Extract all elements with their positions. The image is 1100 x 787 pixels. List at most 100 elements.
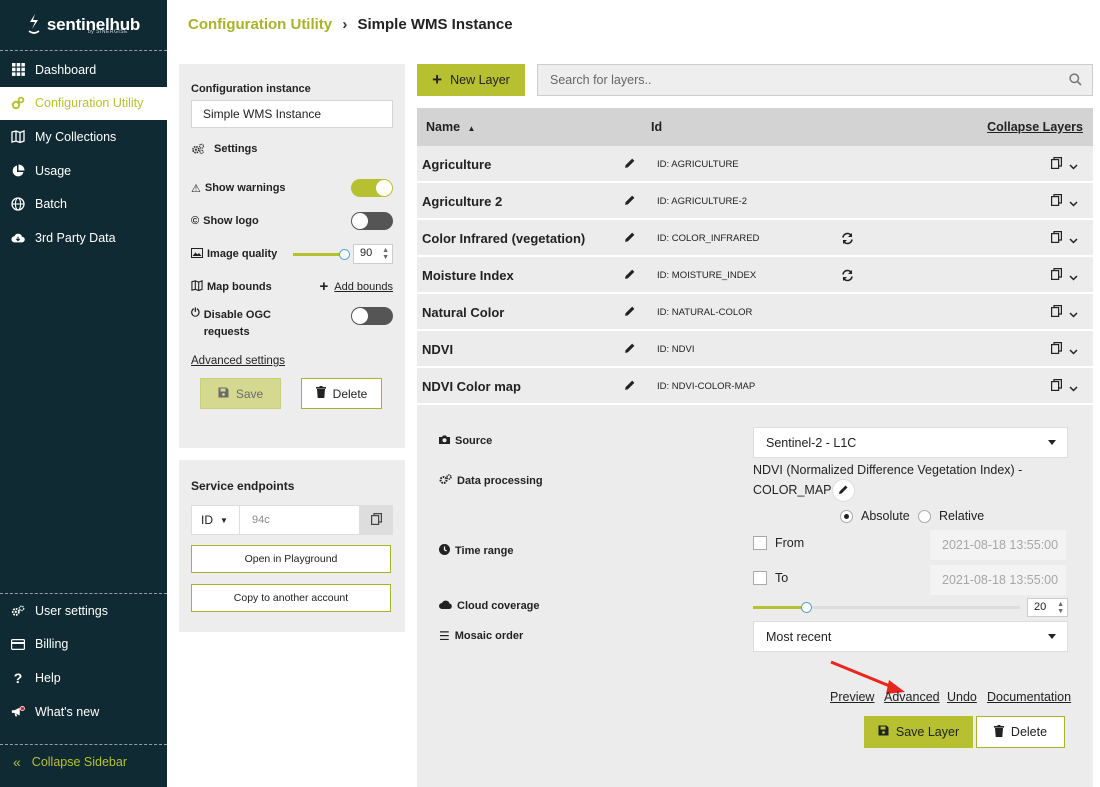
open-in-playground-button[interactable]: Open in Playground: [191, 545, 391, 573]
relative-label: Relative: [939, 509, 985, 523]
slider-handle[interactable]: [339, 248, 350, 260]
configuration-instance-input[interactable]: Simple WMS Instance: [191, 100, 393, 128]
pencil-icon[interactable]: [624, 379, 636, 394]
image-quality-input[interactable]: 90 ▲ ▼: [353, 244, 393, 264]
sidebar-item-dashboard[interactable]: Dashboard: [0, 53, 167, 87]
map-icon: [191, 279, 203, 294]
copy-icon[interactable]: [1051, 305, 1062, 320]
chevron-down-icon[interactable]: [1069, 158, 1078, 173]
chevron-down-icon[interactable]: [1069, 306, 1078, 321]
chevron-down-icon[interactable]: [1069, 232, 1078, 247]
collapse-sidebar-button[interactable]: « Collapse Sidebar: [0, 745, 167, 778]
add-bounds-button[interactable]: + Add bounds: [320, 278, 393, 295]
cloud-coverage-value: 20: [1034, 601, 1047, 613]
endpoint-type-value: ID: [201, 513, 213, 527]
chevron-down-icon[interactable]: [1069, 269, 1078, 284]
save-layer-button[interactable]: Save Layer: [864, 716, 973, 748]
floppy-disk-icon: [218, 387, 229, 401]
chevron-down-icon[interactable]: [1069, 343, 1078, 358]
disable-ogc-toggle[interactable]: [351, 307, 393, 325]
delete-layer-button[interactable]: Delete: [976, 716, 1065, 748]
layer-id: ID: COLOR_INFRARED: [657, 233, 760, 244]
copy-icon[interactable]: [1051, 157, 1062, 172]
from-date-input[interactable]: 2021-08-18 13:55:00: [930, 530, 1066, 560]
show-warnings-toggle[interactable]: [351, 179, 393, 197]
undo-link[interactable]: Undo: [947, 690, 977, 704]
layer-row[interactable]: Agriculture ID: AGRICULTURE: [417, 146, 1093, 183]
copy-icon[interactable]: [1051, 194, 1062, 209]
map-icon: [11, 130, 25, 144]
image-quality-slider[interactable]: [293, 248, 350, 260]
absolute-radio-option[interactable]: Absolute: [840, 509, 910, 523]
copy-icon[interactable]: [1051, 379, 1062, 394]
layer-row[interactable]: Natural Color ID: NATURAL-COLOR: [417, 294, 1093, 331]
refresh-icon[interactable]: [841, 269, 854, 285]
layer-row[interactable]: Color Infrared (vegetation) ID: COLOR_INF…: [417, 220, 1093, 257]
copy-endpoint-button[interactable]: [360, 505, 393, 535]
chevron-down-icon[interactable]: [1069, 380, 1078, 395]
sidebar-item-billing[interactable]: Billing: [0, 628, 167, 662]
search-layers-input[interactable]: Search for layers..: [537, 64, 1093, 96]
breadcrumb-parent-link[interactable]: Configuration Utility: [188, 16, 332, 33]
sidebar-item-label: Usage: [35, 163, 72, 178]
sidebar-item-batch[interactable]: Batch: [0, 187, 167, 221]
cloud-coverage-slider-handle[interactable]: [801, 602, 813, 613]
to-date-input[interactable]: 2021-08-18 13:55:00: [930, 565, 1066, 595]
delete-config-button[interactable]: Delete: [301, 378, 382, 409]
relative-radio[interactable]: [918, 509, 931, 523]
relative-radio-option[interactable]: Relative: [918, 509, 984, 523]
preview-link[interactable]: Preview: [830, 690, 874, 704]
layer-id: ID: AGRICULTURE: [657, 159, 739, 170]
copyright-icon: ©: [191, 215, 200, 227]
show-logo-toggle[interactable]: [351, 212, 393, 230]
copy-icon[interactable]: [1051, 231, 1062, 246]
edit-data-processing-button[interactable]: [832, 479, 855, 502]
save-config-button[interactable]: Save: [200, 378, 281, 409]
id-column-header: Id: [651, 120, 663, 134]
chevron-down-icon[interactable]: [1069, 195, 1078, 210]
pencil-icon[interactable]: [624, 268, 636, 283]
layer-name: NDVI Color map: [422, 379, 521, 394]
to-checkbox[interactable]: [753, 571, 767, 585]
pencil-icon[interactable]: [624, 157, 636, 172]
refresh-icon[interactable]: [841, 232, 854, 248]
brand-logo[interactable]: sentinelhub: [0, 0, 167, 50]
sidebar-item-3rd-party-data[interactable]: 3rd Party Data: [0, 221, 167, 255]
advanced-settings-link[interactable]: Advanced settings: [191, 355, 393, 367]
sidebar-item-label: 3rd Party Data: [35, 230, 116, 245]
new-layer-button[interactable]: + New Layer: [417, 64, 525, 96]
pencil-icon[interactable]: [624, 194, 636, 209]
advanced-link[interactable]: Advanced: [884, 690, 940, 704]
copy-icon[interactable]: [1051, 268, 1062, 283]
collapse-layers-link[interactable]: Collapse Layers: [987, 120, 1083, 134]
layer-row[interactable]: Agriculture 2 ID: AGRICULTURE-2: [417, 183, 1093, 220]
sidebar-item-help[interactable]: ? Help: [0, 661, 167, 695]
layer-row[interactable]: Moisture Index ID: MOISTURE_INDEX: [417, 257, 1093, 294]
copy-to-another-account-button[interactable]: Copy to another account: [191, 584, 391, 612]
documentation-link[interactable]: Documentation: [987, 690, 1071, 704]
stepper-arrows-icon[interactable]: ▲ ▼: [1057, 601, 1064, 615]
layer-id: ID: MOISTURE_INDEX: [657, 270, 757, 281]
pencil-icon[interactable]: [624, 231, 636, 246]
sidebar-item-configuration-utility[interactable]: Configuration Utility: [0, 86, 167, 121]
layer-row[interactable]: NDVI ID: NDVI: [417, 331, 1093, 368]
stepper-arrows-icon[interactable]: ▲ ▼: [382, 247, 389, 261]
sidebar-item-user-settings[interactable]: User settings: [0, 594, 167, 628]
from-checkbox[interactable]: [753, 536, 767, 550]
sidebar-item-my-collections[interactable]: My Collections: [0, 120, 167, 154]
sidebar-item-usage[interactable]: Usage: [0, 154, 167, 188]
copy-icon[interactable]: [1051, 342, 1062, 357]
sidebar-item-whats-new[interactable]: What's new: [0, 695, 167, 729]
name-column-header[interactable]: Name ▲: [426, 120, 475, 134]
source-select[interactable]: Sentinel-2 - L1C: [753, 427, 1068, 458]
sort-ascending-icon: ▲: [467, 124, 476, 133]
pencil-icon[interactable]: [624, 305, 636, 320]
search-icon[interactable]: [1069, 73, 1082, 89]
pencil-icon[interactable]: [624, 342, 636, 357]
endpoint-type-select[interactable]: ID ▼: [191, 505, 240, 535]
absolute-radio[interactable]: [840, 509, 853, 523]
cloud-coverage-input[interactable]: 20 ▲ ▼: [1027, 598, 1068, 617]
endpoint-id-value[interactable]: 94c: [240, 505, 360, 535]
mosaic-order-select[interactable]: Most recent: [753, 621, 1068, 652]
layer-row[interactable]: NDVI Color map ID: NDVI-COLOR-MAP: [417, 368, 1093, 405]
